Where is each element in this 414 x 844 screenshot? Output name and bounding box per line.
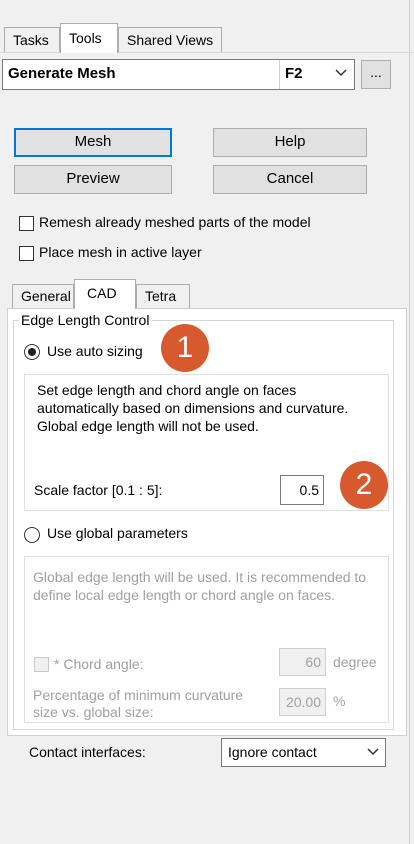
- chord-angle-unit: degree: [333, 654, 377, 670]
- preview-button[interactable]: Preview: [14, 165, 172, 194]
- chord-angle-input[interactable]: 60: [279, 648, 326, 676]
- curvature-label-line: Percentage of minimum curvature: [33, 687, 244, 703]
- help-button[interactable]: Help: [213, 128, 367, 157]
- command-name: Generate Mesh: [8, 65, 116, 82]
- curvature-input[interactable]: 20.00: [279, 688, 326, 716]
- global-desc-line: define local edge length or chord angle …: [33, 587, 335, 603]
- place-layer-checkbox[interactable]: [19, 246, 34, 261]
- place-layer-label: Place mesh in active layer: [39, 244, 202, 260]
- chevron-down-icon[interactable]: [366, 745, 380, 762]
- contact-interfaces-select[interactable]: Ignore contact: [221, 738, 386, 767]
- contact-interfaces-value: Ignore contact: [228, 744, 317, 760]
- global-params-description: Global edge length will be used. It is r…: [33, 568, 366, 604]
- callout-marker-2: 2: [340, 461, 388, 509]
- chevron-down-icon[interactable]: [334, 66, 348, 83]
- mesh-button[interactable]: Mesh: [14, 128, 172, 157]
- edge-length-title: Edge Length Control: [19, 312, 152, 328]
- curvature-label-line: size vs. global size:: [33, 704, 154, 720]
- subtab-general[interactable]: General: [12, 284, 74, 308]
- contact-interfaces-label: Contact interfaces:: [29, 744, 146, 760]
- scale-factor-label: Scale factor [0.1 : 5]:: [34, 482, 163, 498]
- callout-marker-1: 1: [161, 324, 209, 372]
- subtab-cad[interactable]: CAD: [74, 279, 136, 309]
- scale-factor-input[interactable]: 0.5: [280, 475, 324, 505]
- remesh-checkbox[interactable]: [19, 216, 34, 231]
- combo-separator: [279, 60, 280, 89]
- command-combo[interactable]: Generate Mesh F2: [2, 59, 355, 90]
- global-params-label: Use global parameters: [47, 525, 188, 541]
- chord-angle-checkbox[interactable]: [34, 657, 49, 672]
- auto-sizing-label: Use auto sizing: [47, 343, 143, 359]
- subtab-tetra[interactable]: Tetra: [136, 284, 190, 308]
- global-desc-line: Global edge length will be used. It is r…: [33, 569, 367, 585]
- global-params-radio[interactable]: [24, 527, 40, 543]
- panel-right-border: [409, 0, 410, 844]
- command-shortcut: F2: [285, 65, 303, 82]
- cancel-button[interactable]: Cancel: [213, 165, 367, 194]
- remesh-label: Remesh already meshed parts of the model: [39, 214, 311, 230]
- tab-shared-views[interactable]: Shared Views: [118, 27, 222, 53]
- auto-desc-line: automatically based on dimensions and cu…: [37, 400, 349, 416]
- auto-sizing-description: Set edge length and chord angle on faces…: [37, 381, 348, 435]
- tab-tasks[interactable]: Tasks: [4, 27, 60, 53]
- curvature-label: Percentage of minimum curvature size vs.…: [33, 687, 243, 721]
- curvature-unit: %: [333, 693, 346, 709]
- auto-desc-line: Global edge length will not be used.: [37, 418, 259, 434]
- tab-tools[interactable]: Tools: [60, 23, 118, 53]
- auto-sizing-radio[interactable]: [24, 344, 40, 360]
- more-button[interactable]: ...: [361, 60, 391, 89]
- chord-angle-label: * Chord angle:: [54, 656, 144, 672]
- auto-desc-line: Set edge length and chord angle on faces: [37, 382, 297, 398]
